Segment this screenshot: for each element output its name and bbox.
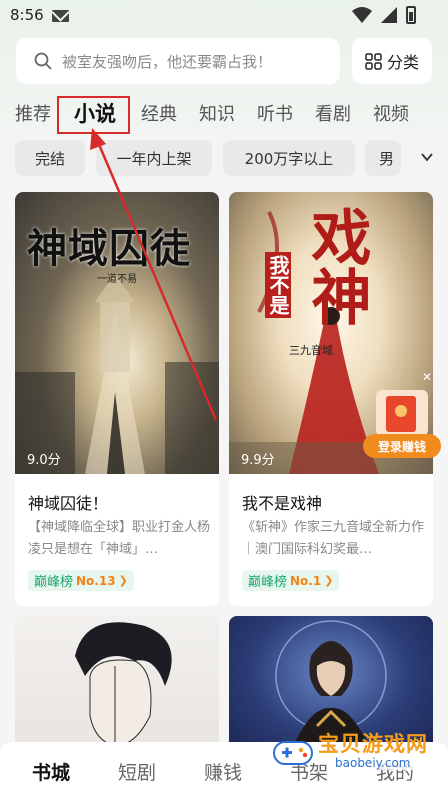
watermark-text: 宝贝游戏网 bbox=[318, 732, 428, 756]
cover-art bbox=[75, 622, 172, 747]
book-card[interactable] bbox=[15, 616, 219, 756]
nav-short-drama[interactable]: 短剧 bbox=[118, 758, 156, 785]
gamepad-icon bbox=[273, 741, 313, 765]
watermark: 宝贝游戏网 baobeiy.com bbox=[272, 728, 432, 780]
nav-bookstore[interactable]: 书城 bbox=[32, 758, 70, 785]
nav-earn[interactable]: 赚钱 bbox=[204, 758, 242, 785]
watermark-url: baobeiy.com bbox=[332, 756, 414, 770]
